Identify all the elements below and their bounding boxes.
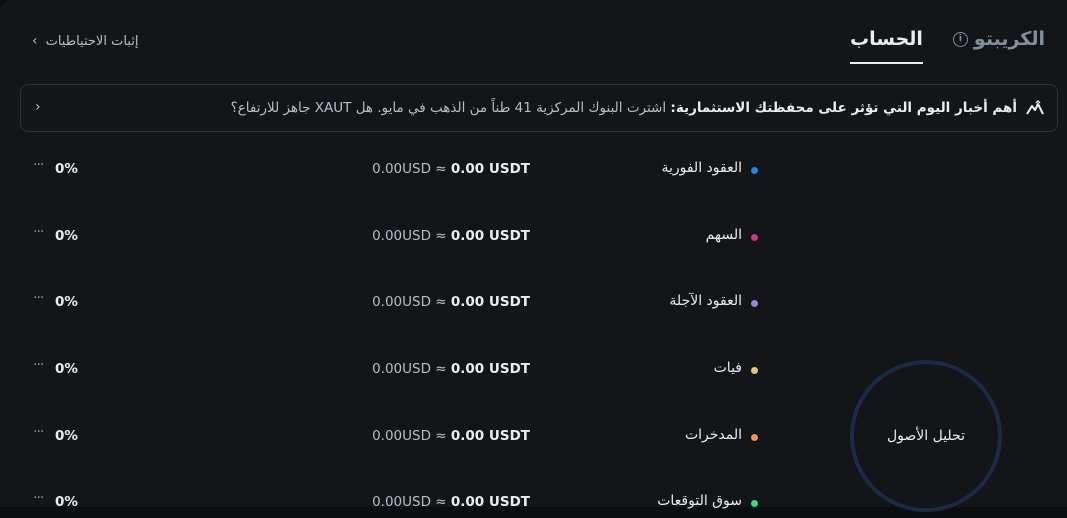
- top-bar: الحساب الكريبتو i ‹ إثبات الاحتياطيات: [0, 0, 1067, 80]
- account-usdt-value: 0.00 USDT: [450, 294, 530, 310]
- tab-bar: الحساب الكريبتو i: [850, 28, 1045, 64]
- tab-account[interactable]: الحساب: [850, 28, 923, 64]
- account-usdt-value: 0.00 USDT: [450, 161, 530, 177]
- account-row[interactable]: ··· 0% 0.00USD ≈ 0.00 USDT سوق التوقعات: [0, 488, 780, 518]
- account-name: فيات: [713, 360, 742, 376]
- account-value: 0.00USD ≈ 0.00 USDT: [372, 428, 530, 444]
- account-percentage: 0%: [55, 228, 78, 244]
- more-options-icon[interactable]: ···: [33, 357, 44, 373]
- news-body: اشترت البنوك المركزية 41 طناً من الذهب ف…: [230, 100, 667, 116]
- mountain-chart-icon: [1026, 99, 1044, 115]
- account-name: المدخرات: [684, 427, 742, 443]
- account-row[interactable]: ··· 0% 0.00USD ≈ 0.00 USDT العقود الفورية: [0, 155, 780, 185]
- tab-crypto[interactable]: الكريبتو i: [952, 28, 1045, 62]
- more-options-icon[interactable]: ···: [33, 157, 44, 173]
- news-banner[interactable]: أهم أخبار اليوم التي تؤثر على محفظتك الا…: [20, 84, 1058, 132]
- account-usd-value: 0.00USD ≈: [372, 428, 447, 444]
- account-value: 0.00USD ≈ 0.00 USDT: [372, 228, 530, 244]
- account-color-dot: [751, 434, 758, 441]
- account-usdt-value: 0.00 USDT: [450, 494, 530, 510]
- account-usd-value: 0.00USD ≈: [372, 161, 447, 177]
- account-row[interactable]: ··· 0% 0.00USD ≈ 0.00 USDT العقود الآجلة: [0, 288, 780, 318]
- proof-of-reserves-label: إثبات الاحتياطيات: [45, 33, 139, 49]
- account-percentage: 0%: [55, 294, 78, 310]
- account-value: 0.00USD ≈ 0.00 USDT: [372, 494, 530, 510]
- info-icon[interactable]: i: [952, 31, 968, 47]
- tab-crypto-label: الكريبتو: [973, 28, 1045, 50]
- account-usdt-value: 0.00 USDT: [450, 428, 530, 444]
- chevron-left-icon[interactable]: ‹: [35, 99, 41, 115]
- account-name: العقود الآجلة: [669, 293, 742, 309]
- account-usdt-value: 0.00 USDT: [450, 361, 530, 377]
- chevron-left-icon: ‹: [32, 33, 38, 49]
- account-name: السهم: [705, 227, 742, 243]
- account-value: 0.00USD ≈ 0.00 USDT: [372, 361, 530, 377]
- account-percentage: 0%: [55, 161, 78, 177]
- account-row[interactable]: ··· 0% 0.00USD ≈ 0.00 USDT المدخرات: [0, 422, 780, 452]
- account-usd-value: 0.00USD ≈: [372, 294, 447, 310]
- news-headline: أهم أخبار اليوم التي تؤثر على محفظتك الا…: [670, 100, 1017, 116]
- account-percentage: 0%: [55, 361, 78, 377]
- account-usd-value: 0.00USD ≈: [372, 494, 447, 510]
- account-row[interactable]: ··· 0% 0.00USD ≈ 0.00 USDT فيات: [0, 355, 780, 385]
- account-name: العقود الفورية: [661, 160, 742, 176]
- asset-analysis-label[interactable]: تحليل الأصول: [848, 428, 1004, 444]
- account-usd-value: 0.00USD ≈: [372, 228, 447, 244]
- account-color-dot: [751, 234, 758, 241]
- more-options-icon[interactable]: ···: [33, 424, 44, 440]
- account-value: 0.00USD ≈ 0.00 USDT: [372, 294, 530, 310]
- account-percentage: 0%: [55, 494, 78, 510]
- account-color-dot: [751, 500, 758, 507]
- news-text: أهم أخبار اليوم التي تؤثر على محفظتك الا…: [231, 100, 1017, 116]
- more-options-icon[interactable]: ···: [33, 224, 44, 240]
- account-panel: الحساب الكريبتو i ‹ إثبات الاحتياطيات أه…: [0, 0, 1067, 512]
- more-options-icon[interactable]: ···: [33, 490, 44, 506]
- tab-account-label: الحساب: [850, 28, 923, 50]
- account-usdt-value: 0.00 USDT: [450, 228, 530, 244]
- account-row[interactable]: ··· 0% 0.00USD ≈ 0.00 USDT السهم: [0, 222, 780, 252]
- account-color-dot: [751, 367, 758, 374]
- account-color-dot: [751, 167, 758, 174]
- proof-of-reserves-link[interactable]: ‹ إثبات الاحتياطيات: [32, 33, 138, 49]
- account-percentage: 0%: [55, 428, 78, 444]
- account-value: 0.00USD ≈ 0.00 USDT: [372, 161, 530, 177]
- more-options-icon[interactable]: ···: [33, 290, 44, 306]
- account-usd-value: 0.00USD ≈: [372, 361, 447, 377]
- account-color-dot: [751, 300, 758, 307]
